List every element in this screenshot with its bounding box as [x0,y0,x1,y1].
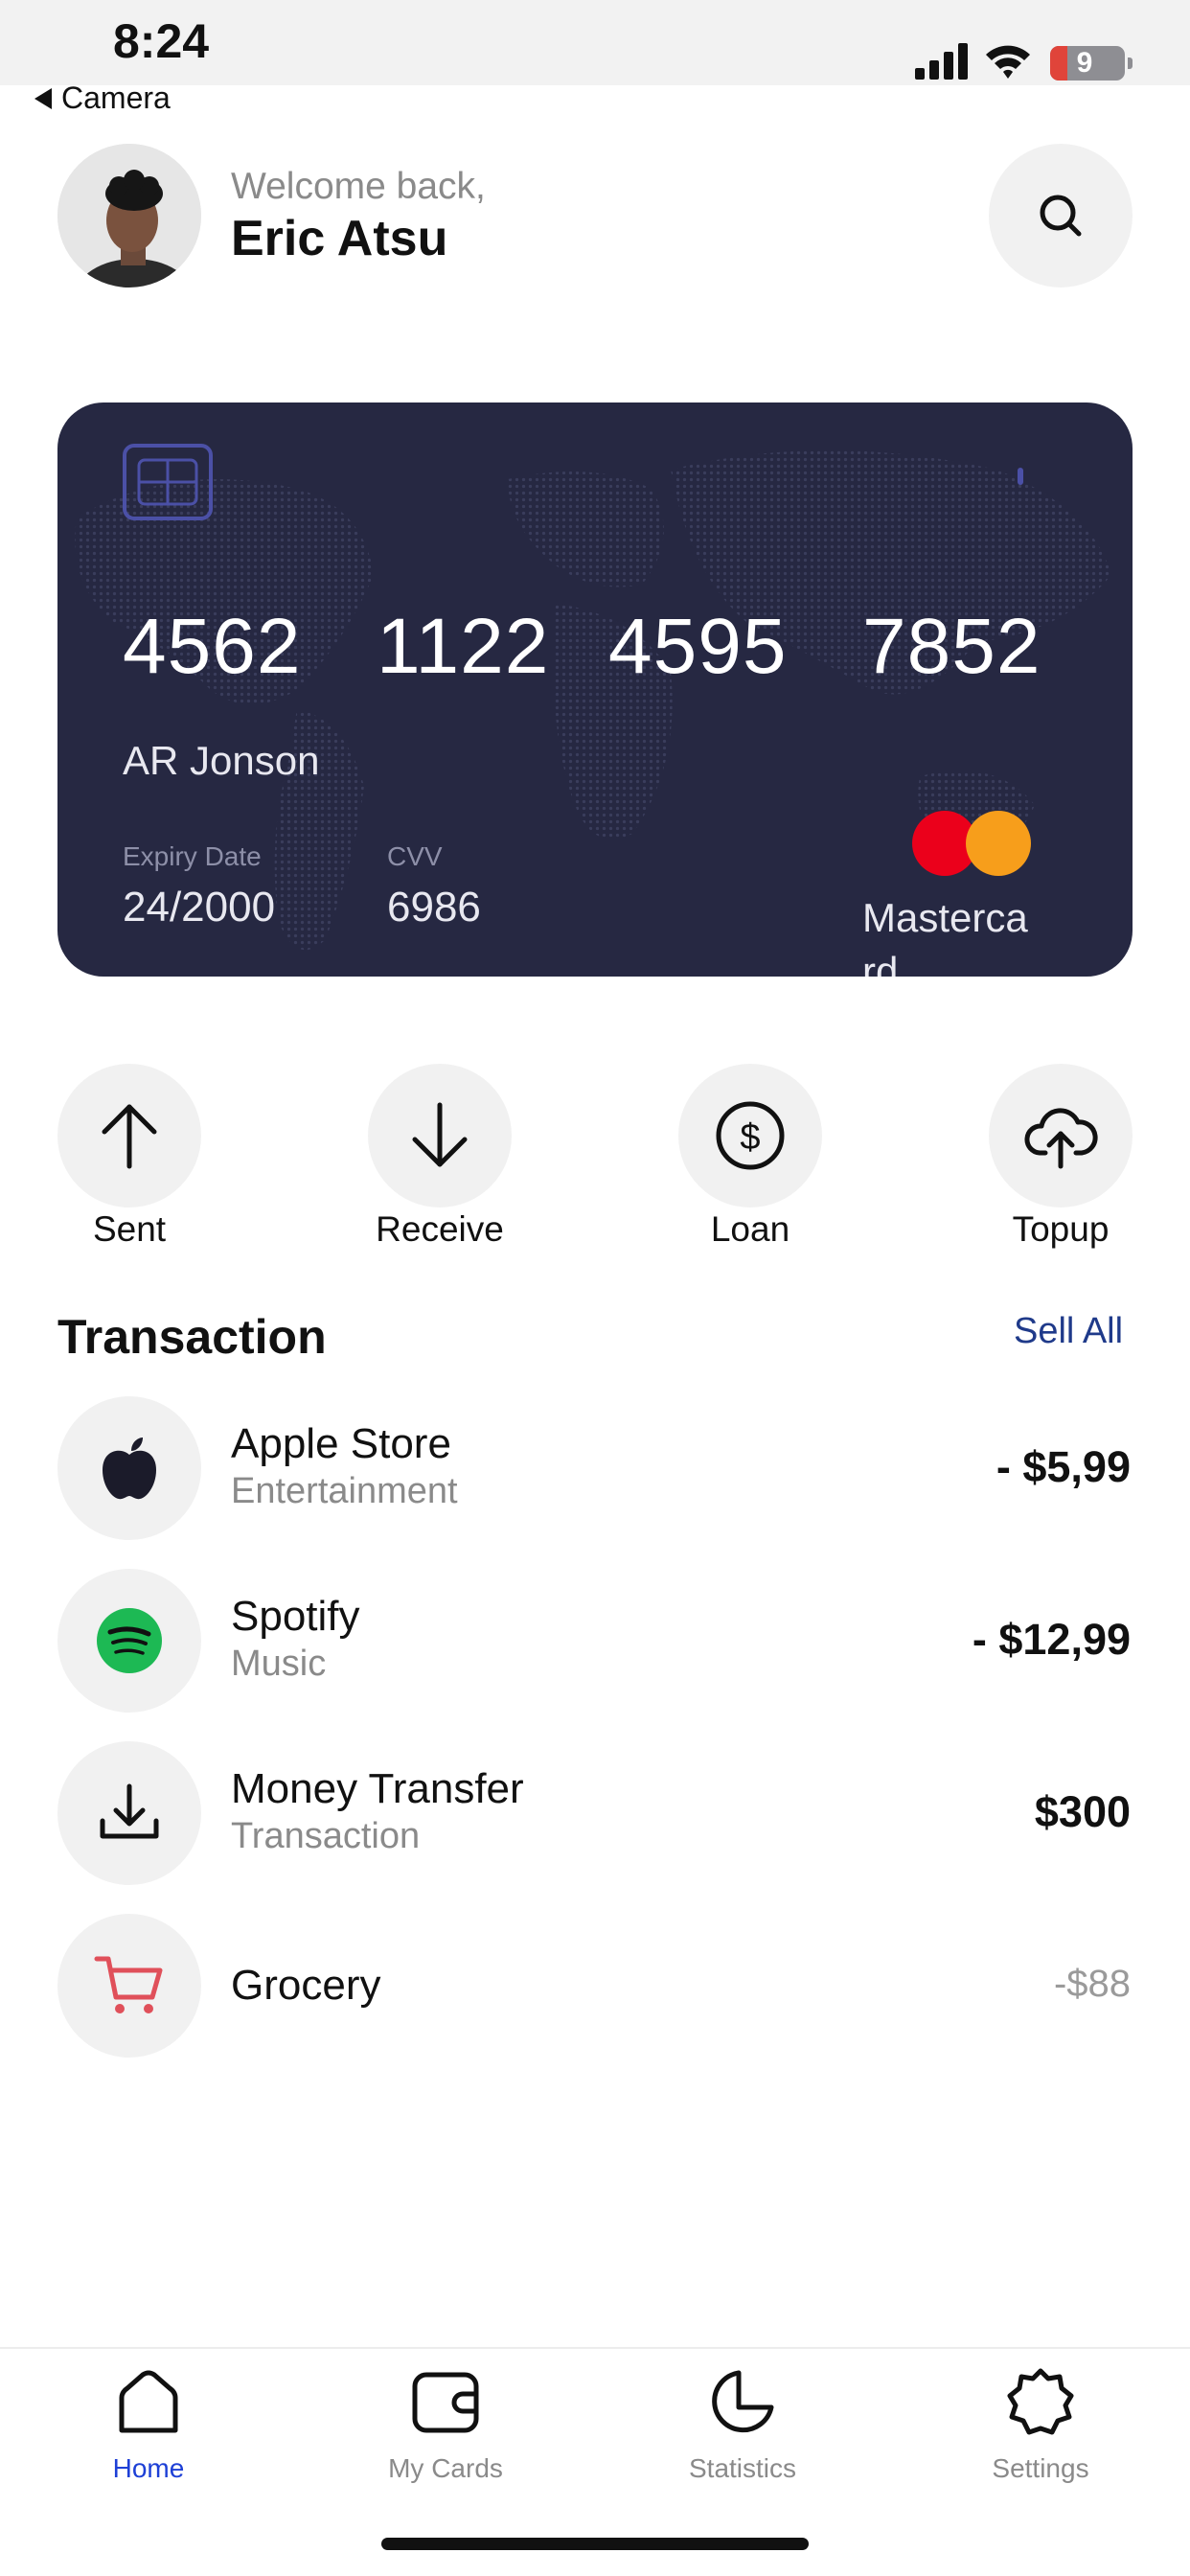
nav-statistics[interactable]: Statistics [647,2365,838,2484]
cvv-label: CVV [387,841,443,871]
wifi-icon [986,45,1030,79]
battery-indicator: 9 [1050,46,1133,80]
download-icon [100,1783,159,1839]
user-name: Eric Atsu [231,211,448,266]
avatar-photo [57,144,201,288]
money-transfer-icon-wrap [57,1741,201,1885]
battery-level: 9 [1076,47,1093,79]
credit-card[interactable]: 4562 1122 4595 7852 AR Jonson Expiry Dat… [57,402,1133,977]
nav-my-cards[interactable]: My Cards [350,2365,541,2484]
search-button[interactable] [989,144,1133,288]
arrow-down-icon [412,1102,468,1167]
avatar[interactable] [57,144,201,288]
expiry-label: Expiry Date [123,841,262,871]
nav-settings[interactable]: Settings [945,2365,1136,2484]
status-time: 8:24 [113,14,210,68]
sent-button[interactable] [57,1064,201,1208]
card-holder-name: AR Jonson [123,738,320,783]
dollar-coin-icon: $ [716,1101,785,1170]
svg-text:$: $ [740,1117,760,1158]
receive-label: Receive [376,1209,504,1249]
search-icon [1040,195,1082,237]
grocery-icon-wrap [57,1914,201,2058]
receive-button[interactable] [368,1064,512,1208]
cloud-upload-icon [1024,1108,1098,1169]
welcome-text: Welcome back, [231,166,486,207]
card-chip-icon [123,444,213,520]
transaction-category: Transaction [231,1816,421,1856]
nav-home-label: Home [112,2453,185,2483]
card-number-group-1: 4562 [123,603,302,690]
card-brand: Mastercard [862,895,1028,977]
transaction-amount: - $12,99 [972,1615,1131,1664]
apple-store-icon-wrap [57,1396,201,1540]
transaction-amount: - $5,99 [995,1442,1131,1491]
transaction-amount: -$88 [1053,1963,1131,2005]
back-to-camera-link[interactable]: Camera [34,80,171,116]
wallet-icon [412,2372,479,2433]
nav-home[interactable]: Home [53,2365,244,2484]
apple-icon [103,1438,156,1500]
expiry-value: 24/2000 [123,884,276,931]
home-icon [119,2370,178,2433]
mastercard-logo-yellow [966,811,1031,876]
home-indicator[interactable] [381,2538,809,2550]
transaction-name: Spotify [231,1593,360,1640]
cart-icon [94,1956,163,2013]
see-all-link[interactable]: Sell All [1014,1311,1123,1352]
transaction-category: Music [231,1644,327,1684]
nav-statistics-label: Statistics [688,2453,797,2483]
spotify-icon-wrap [57,1569,201,1713]
cellular-signal-icon [915,43,968,80]
arrow-up-icon [102,1104,157,1169]
transaction-amount: $300 [1034,1787,1131,1836]
loan-label: Loan [710,1209,790,1249]
card-decoration [1018,468,1023,485]
loan-button[interactable]: $ [678,1064,822,1208]
transaction-name: Apple Store [231,1420,451,1467]
transaction-category: Entertainment [231,1471,458,1511]
nav-divider [0,2347,1190,2349]
card-number-group-3: 4595 [608,603,788,690]
sent-label: Sent [92,1209,167,1249]
spotify-icon [97,1608,162,1673]
pie-chart-icon [712,2370,774,2433]
transaction-name: Money Transfer [231,1765,524,1812]
transactions-title: Transaction [57,1310,327,1364]
nav-my-cards-label: My Cards [388,2453,503,2483]
back-triangle-icon [34,87,52,109]
card-number-group-2: 1122 [377,603,550,690]
nav-settings-label: Settings [992,2453,1089,2483]
cvv-value: 6986 [387,884,481,931]
transaction-name: Grocery [231,1962,381,2009]
back-label: Camera [61,80,171,115]
topup-button[interactable] [989,1064,1133,1208]
card-number-group-4: 7852 [862,603,1041,690]
topup-label: Topup [1012,1209,1110,1249]
settings-icon [1007,2368,1074,2435]
